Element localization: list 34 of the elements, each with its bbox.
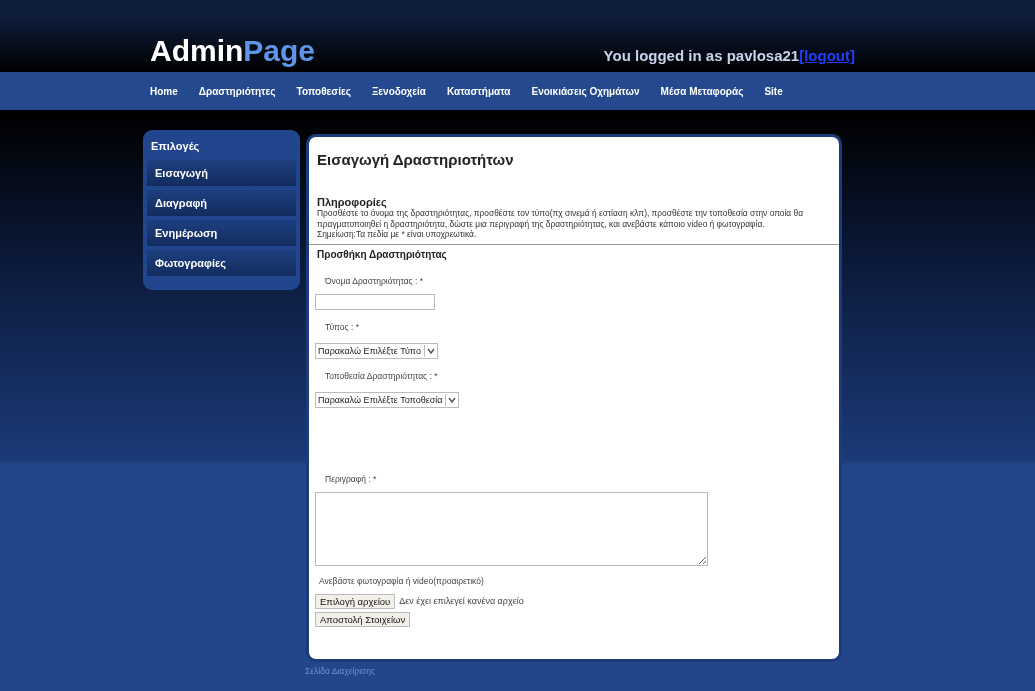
field-label: Τύπος : * (325, 321, 361, 332)
nav-link[interactable]: Καταστήματα (447, 85, 511, 97)
sidebar-item[interactable]: Διαγραφή (147, 190, 296, 216)
info-text: Προσθέστε το όνομα της δραστηριότητας, προσθέστε τον τύπο(πχ σινεμά ή εστίαση κλπ), προσθέστε την τοποθεσία στην οποία θα πραγματοποιηθεί η δραστηριότητα, δώστε μια περιγραφή της δραστηριότητας, και ανεβάστε κάποιο video ή φωτογραφία. (317, 208, 805, 229)
upload-label: Ανεβάστε φωτογραφία ή video(προαιρετικό) (319, 575, 485, 586)
info-heading: Πληροφορίες (317, 196, 387, 208)
sidebar-item[interactable]: Ενημέρωση (147, 220, 296, 246)
nav-link[interactable]: Site (764, 85, 783, 97)
nav-link[interactable]: Δραστηριότητες (198, 85, 276, 97)
nav-link[interactable]: Ξενοδοχεία (371, 85, 426, 97)
submit-button[interactable]: Αποστολή Στοιχείων (315, 611, 411, 627)
field-label: Περιγραφή : * (325, 473, 378, 484)
nav-link[interactable]: Μέσα Μεταφοράς (660, 85, 744, 97)
nav-link[interactable]: Τοποθεσίες (296, 85, 351, 97)
dropdown[interactable]: Παρακαλώ Επιλέξτε Τοποθεσία (315, 391, 460, 408)
form-heading: Προσθήκη Δραστηριότητας (317, 248, 448, 260)
nav-link[interactable]: Home (150, 85, 178, 97)
field-label: Τοποθεσία Δραστηριότητας : * (325, 370, 439, 381)
note-text: Σημείωση:Τα πεδία με * είναι υποχρεωτικά. (317, 229, 478, 240)
file-status: Δεν έχει επιλεγεί κανένα αρχείο (399, 596, 524, 606)
dropdown[interactable]: Παρακαλώ Επιλέξτε Τύπο (315, 342, 438, 359)
file-button[interactable]: Επιλογή αρχείου (315, 593, 396, 609)
sidebar-item[interactable]: Φωτογραφίες (147, 250, 296, 276)
logo: AdminPage (150, 36, 316, 66)
input-field[interactable] (315, 293, 435, 310)
sidebar-item[interactable]: Εισαγωγή (147, 160, 296, 186)
caret-icon (423, 344, 437, 357)
login-text: You logged in as pavlosa21 (603, 47, 800, 64)
description-field[interactable] (315, 491, 708, 566)
footer-text: Σελίδα Διαχείρισης (304, 665, 377, 676)
field-label: Όνομα Δραστηριότητας : * (325, 275, 425, 286)
page-title: Εισαγωγή Δραστηριοτήτων (317, 151, 515, 168)
nav-link[interactable]: Ενοικιάσεις Οχημάτων (531, 85, 640, 97)
sidebar-title: Επιλογές (150, 140, 201, 154)
